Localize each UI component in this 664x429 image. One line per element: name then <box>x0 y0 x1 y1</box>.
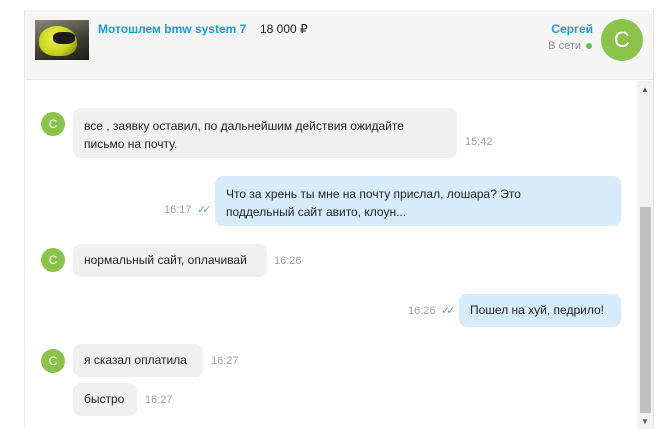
read-check-icon: ✓✓ <box>441 305 456 317</box>
helmet-visor <box>53 32 75 44</box>
message-text-line: Что за хрень ты мне на почту прислал, ло… <box>226 187 521 201</box>
message-time: 16:27 <box>211 355 239 367</box>
message-text-line: Пошел на хуй, педрило! <box>470 303 604 317</box>
chat-header: Мотошлем bmw system 7 18 000 ₽ Сергей В … <box>25 10 653 80</box>
product-title-link[interactable]: Мотошлем bmw system 7 <box>98 22 246 36</box>
message-time: 16:26 <box>408 305 436 317</box>
chat-window: Мотошлем bmw system 7 18 000 ₽ Сергей В … <box>24 10 654 429</box>
message-time: 15:42 <box>465 136 493 148</box>
message-bubble-incoming: быстро <box>73 383 137 416</box>
message-time: 16:26 <box>274 255 302 267</box>
message-bubble-incoming: все , заявку оставил, по дальнейшим дейс… <box>73 108 457 158</box>
message-text-line: поддельный сайт авито, клоун... <box>226 205 407 219</box>
message-text-line: письмо на почту. <box>84 137 178 151</box>
message-time: 16:27 <box>145 394 173 406</box>
sender-avatar: С <box>41 112 65 136</box>
message-text-line: нормальный сайт, оплачивай <box>84 253 247 267</box>
scroll-up-arrow-icon[interactable]: ▲ <box>637 85 653 95</box>
read-check-icon: ✓✓ <box>197 204 212 216</box>
sender-avatar: С <box>41 349 65 373</box>
message-list: С все , заявку оставил, по дальнейшим де… <box>25 81 636 429</box>
message-text-line: все , заявку оставил, по дальнейшим дейс… <box>84 119 404 133</box>
message-bubble-incoming: нормальный сайт, оплачивай <box>73 244 267 277</box>
message-time: 16:17 <box>164 204 192 216</box>
message-bubble-incoming: я сказал оплатила <box>73 344 203 377</box>
chat-scrollbar[interactable]: ▲ ▼ <box>637 81 653 429</box>
scroll-down-arrow-icon[interactable]: ▼ <box>637 417 653 427</box>
online-indicator-icon <box>586 43 592 49</box>
product-price: 18 000 ₽ <box>260 22 308 36</box>
message-bubble-outgoing: Пошел на хуй, педрило! <box>459 294 621 327</box>
user-name-link[interactable]: Сергей <box>551 22 593 36</box>
user-status: В сети <box>548 40 581 52</box>
scrollbar-thumb[interactable] <box>640 207 651 413</box>
message-text-line: я сказал оплатила <box>84 353 187 367</box>
message-text-line: быстро <box>84 392 125 406</box>
sender-avatar: С <box>41 248 65 272</box>
user-avatar[interactable]: С <box>601 19 643 61</box>
message-bubble-outgoing: Что за хрень ты мне на почту прислал, ло… <box>215 176 621 226</box>
product-thumbnail[interactable] <box>35 20 89 60</box>
